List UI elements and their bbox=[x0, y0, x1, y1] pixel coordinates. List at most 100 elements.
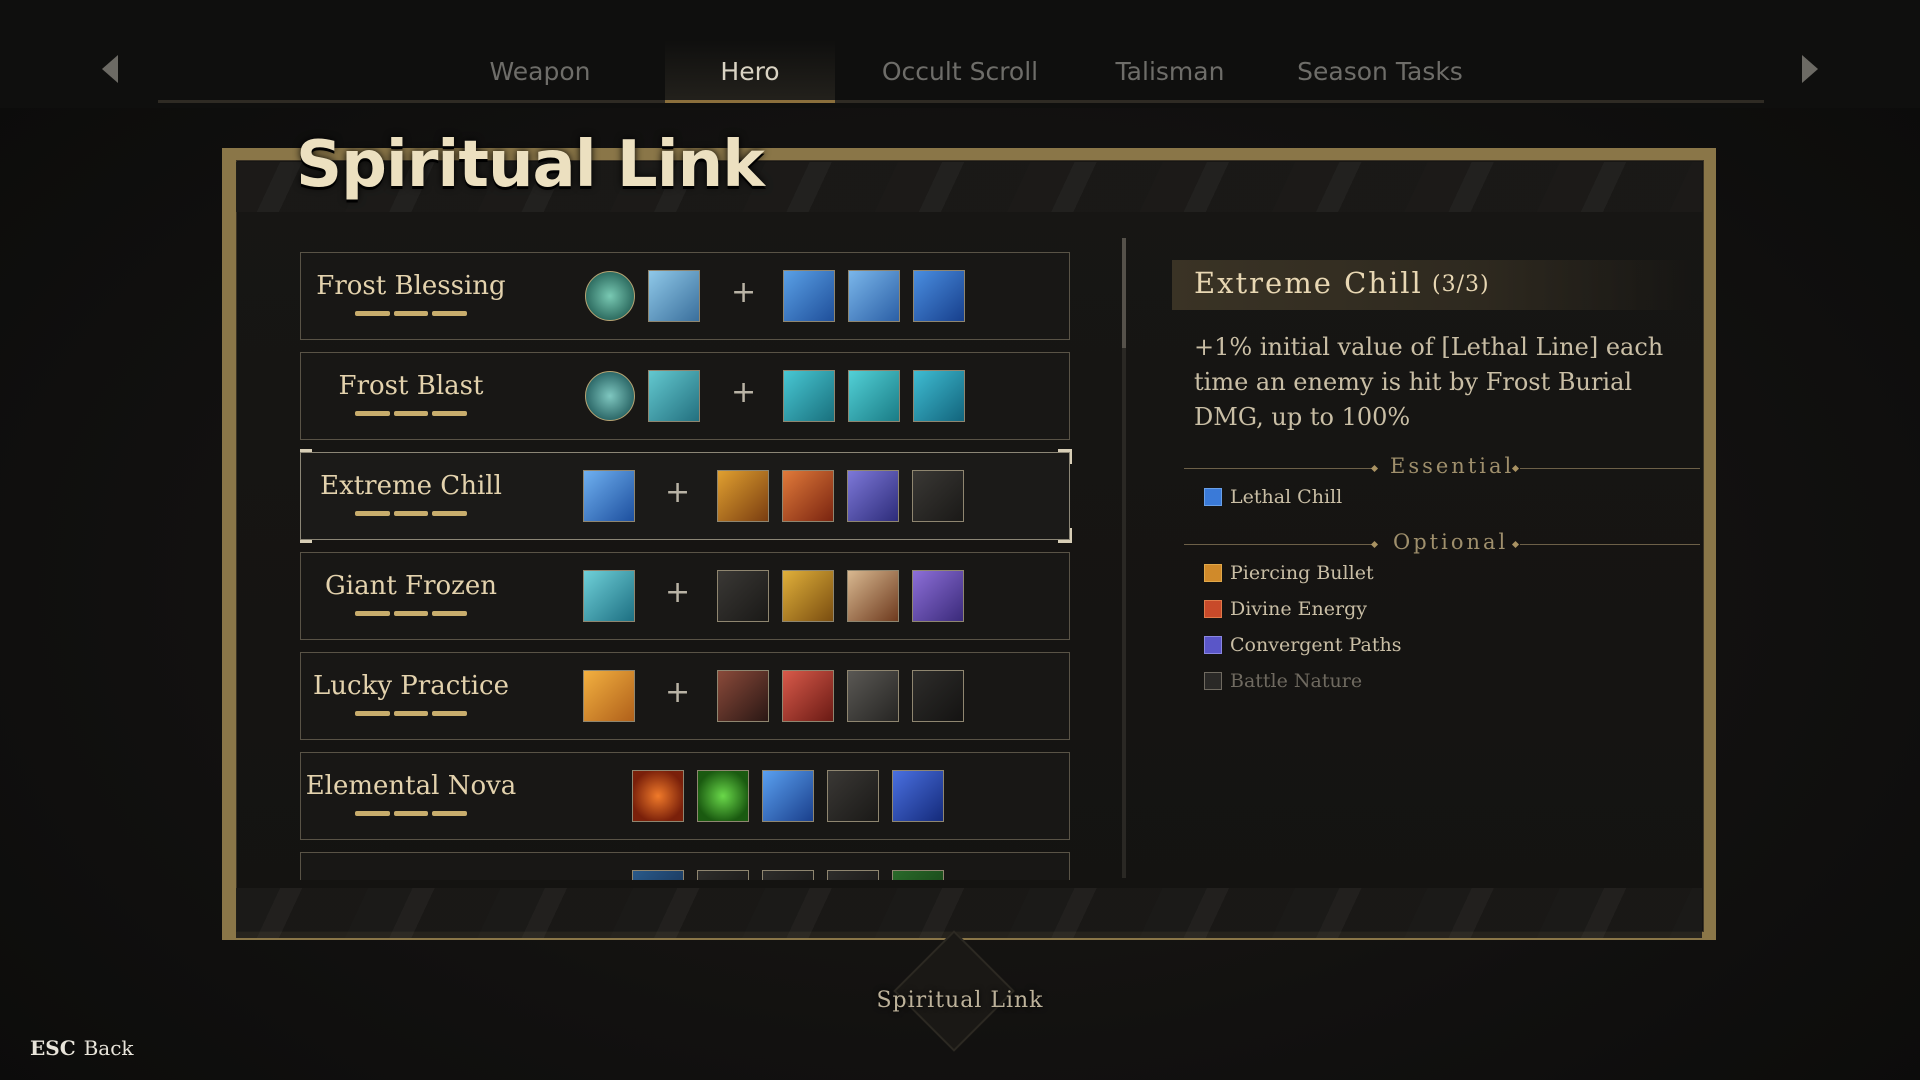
link-row-extreme-chill[interactable]: Extreme Chill + bbox=[300, 449, 1072, 543]
detail-title: Extreme Chill bbox=[1194, 266, 1423, 300]
separator-left bbox=[1184, 468, 1376, 469]
frost-orb-icon[interactable] bbox=[585, 271, 635, 321]
partial-icon[interactable] bbox=[762, 870, 814, 880]
tab-occult-scroll[interactable]: Occult Scroll bbox=[870, 52, 1050, 92]
partial-icon[interactable] bbox=[632, 870, 684, 880]
frost-burst-icon[interactable] bbox=[648, 270, 700, 322]
partial-icon[interactable] bbox=[697, 870, 749, 880]
tombstone-icon[interactable] bbox=[717, 570, 769, 622]
giant-frozen-icon[interactable] bbox=[583, 570, 635, 622]
requirement-name: Lethal Chill bbox=[1230, 486, 1343, 508]
pip bbox=[355, 411, 390, 416]
active-tab-underline bbox=[665, 100, 835, 103]
warrior-figure-icon[interactable] bbox=[717, 670, 769, 722]
ice-shards-icon[interactable] bbox=[913, 270, 965, 322]
link-name: Lucky Practice bbox=[313, 671, 509, 701]
plus-icon: + bbox=[665, 475, 691, 510]
frost-nova-icon[interactable] bbox=[648, 370, 700, 422]
dark-rune-icon[interactable] bbox=[827, 770, 879, 822]
frost-vortex-icon[interactable] bbox=[913, 370, 965, 422]
battle-nature-icon[interactable] bbox=[912, 470, 964, 522]
frost-swirl-icon[interactable] bbox=[848, 370, 900, 422]
plus-icon: + bbox=[665, 575, 691, 610]
shadow-mask-icon[interactable] bbox=[912, 670, 964, 722]
lethal-chill-icon bbox=[1204, 488, 1222, 506]
optional-item-battle-nature[interactable]: Battle Nature bbox=[1204, 668, 1362, 694]
gold-coins-icon[interactable] bbox=[782, 570, 834, 622]
detail-count: (3/3) bbox=[1432, 272, 1490, 297]
link-name: Giant Frozen bbox=[325, 571, 497, 601]
crystal-orb-icon[interactable] bbox=[912, 570, 964, 622]
link-row-partial[interactable] bbox=[300, 852, 1070, 880]
pip bbox=[393, 411, 429, 416]
optional-item-piercing-bullet[interactable]: Piercing Bullet bbox=[1204, 560, 1374, 586]
convergent-paths-icon[interactable] bbox=[847, 470, 899, 522]
lucky-practice-icon[interactable] bbox=[583, 670, 635, 722]
heart-charm-icon[interactable] bbox=[782, 670, 834, 722]
level-pips bbox=[355, 411, 468, 417]
level-pips bbox=[355, 811, 468, 817]
piercing-bullet-icon[interactable] bbox=[717, 470, 769, 522]
separator-right bbox=[1520, 544, 1700, 545]
pip bbox=[355, 511, 390, 516]
link-name: Frost Blast bbox=[338, 371, 484, 401]
frost-orb-icon[interactable] bbox=[585, 371, 635, 421]
next-tab-arrow-icon[interactable] bbox=[1802, 55, 1818, 83]
stone-disc-icon[interactable] bbox=[847, 670, 899, 722]
nature-ring-icon[interactable] bbox=[697, 770, 749, 822]
link-row-lucky-practice[interactable]: Lucky Practice + bbox=[300, 652, 1070, 740]
divine-energy-icon bbox=[1204, 600, 1222, 618]
pip bbox=[432, 611, 468, 616]
optional-item-convergent-paths[interactable]: Convergent Paths bbox=[1204, 632, 1401, 658]
lethal-chill-icon[interactable] bbox=[583, 470, 635, 522]
frost-wave-icon[interactable] bbox=[783, 370, 835, 422]
link-name: Frost Blessing bbox=[316, 271, 506, 301]
link-row-giant-frozen[interactable]: Giant Frozen + bbox=[300, 552, 1070, 640]
divine-energy-icon[interactable] bbox=[782, 470, 834, 522]
link-row-frost-blast[interactable]: Frost Blast + bbox=[300, 352, 1070, 440]
selection-corner bbox=[1058, 449, 1072, 464]
frost-crystal-icon[interactable] bbox=[762, 770, 814, 822]
tab-season-tasks[interactable]: Season Tasks bbox=[1280, 52, 1480, 92]
partial-icon[interactable] bbox=[827, 870, 879, 880]
pip bbox=[393, 511, 429, 516]
tab-divider-line bbox=[158, 100, 1764, 103]
selection-corner bbox=[300, 449, 312, 464]
scrollbar-thumb[interactable] bbox=[1122, 238, 1126, 348]
essential-item-lethal-chill[interactable]: Lethal Chill bbox=[1204, 484, 1342, 510]
pip bbox=[393, 611, 429, 616]
list-scrollbar[interactable] bbox=[1122, 238, 1126, 878]
battle-nature-icon bbox=[1204, 672, 1222, 690]
ice-spirit-icon[interactable] bbox=[783, 270, 835, 322]
level-pips bbox=[355, 511, 468, 517]
frost-wisp-icon[interactable] bbox=[848, 270, 900, 322]
esc-key: ESC bbox=[30, 1036, 76, 1060]
separator-right bbox=[1520, 468, 1700, 469]
lightning-chain-icon[interactable] bbox=[892, 770, 944, 822]
tab-weapon[interactable]: Weapon bbox=[470, 52, 610, 92]
requirement-name: Battle Nature bbox=[1230, 670, 1363, 692]
pip bbox=[355, 711, 390, 716]
requirement-name: Piercing Bullet bbox=[1230, 562, 1374, 584]
spiral-shell-icon[interactable] bbox=[847, 570, 899, 622]
back-label: Back bbox=[83, 1036, 134, 1060]
pip bbox=[432, 511, 468, 516]
tab-hero[interactable]: Hero bbox=[680, 52, 820, 92]
link-row-elemental-nova[interactable]: Elemental Nova bbox=[300, 752, 1070, 840]
link-row-frost-blessing[interactable]: Frost Blessing + bbox=[300, 252, 1070, 340]
optional-label: Optional bbox=[1393, 530, 1509, 554]
pip bbox=[432, 311, 468, 316]
tab-talisman[interactable]: Talisman bbox=[1100, 52, 1240, 92]
plus-icon: + bbox=[731, 375, 757, 410]
level-pips bbox=[355, 711, 468, 717]
optional-item-divine-energy[interactable]: Divine Energy bbox=[1204, 596, 1367, 622]
pip bbox=[355, 611, 390, 616]
level-pips bbox=[355, 611, 468, 617]
partial-icon[interactable] bbox=[892, 870, 944, 880]
prev-tab-arrow-icon[interactable] bbox=[102, 55, 118, 83]
fire-ring-icon[interactable] bbox=[632, 770, 684, 822]
decorative-band-bottom bbox=[236, 888, 1702, 938]
pip bbox=[393, 811, 429, 816]
separator-left bbox=[1184, 544, 1376, 545]
esc-back-button[interactable]: ESC Back bbox=[30, 1036, 134, 1060]
